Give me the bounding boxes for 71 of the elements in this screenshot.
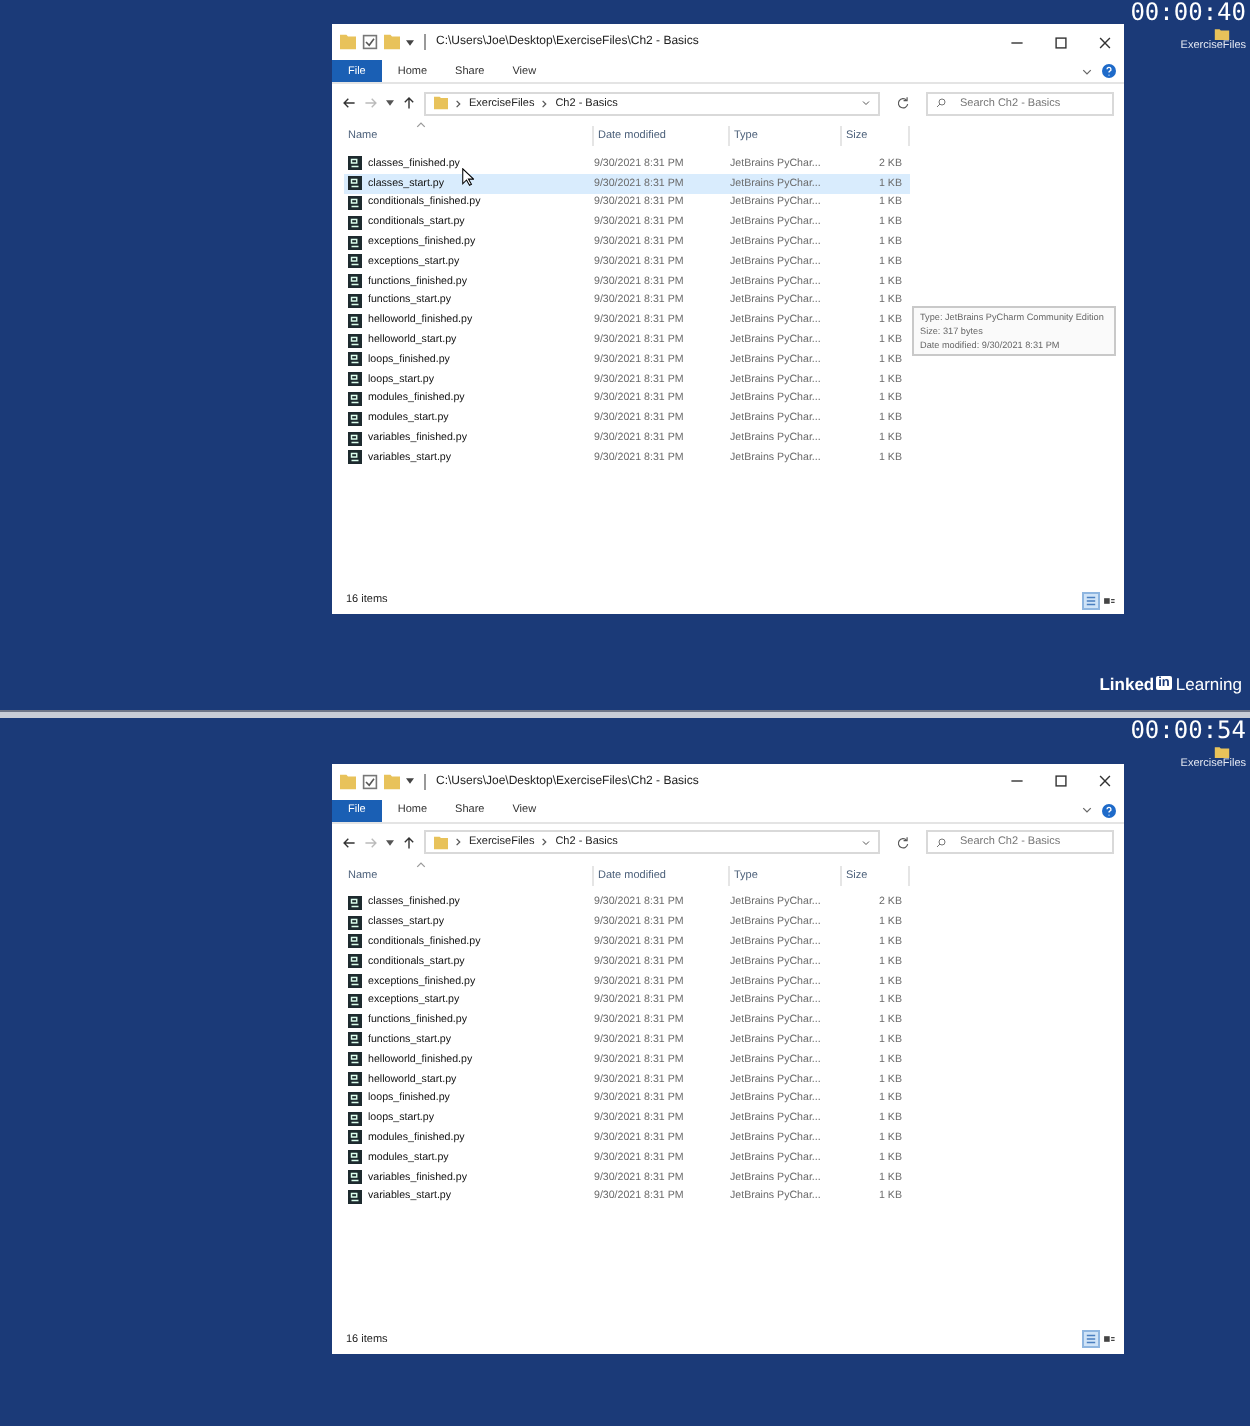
python-file-icon	[348, 274, 362, 289]
large-icons-view-icon[interactable]	[1102, 593, 1116, 607]
search-icon	[936, 98, 946, 108]
python-file-icon	[348, 915, 362, 930]
chevron-right-icon	[456, 838, 461, 846]
sort-caret-icon	[416, 861, 426, 867]
python-file-icon	[348, 195, 362, 210]
up-arrow-icon[interactable]	[402, 96, 416, 110]
chevron-right-icon	[542, 99, 548, 107]
folder-icon[interactable]	[1214, 745, 1230, 757]
chevron-right-icon	[456, 99, 461, 107]
python-file-icon	[348, 293, 362, 308]
up-arrow-icon[interactable]	[402, 835, 416, 849]
timestamp: 00:00:40	[1130, 0, 1246, 26]
python-file-icon	[348, 1091, 362, 1106]
python-file-icon	[348, 1032, 362, 1047]
help-icon[interactable]	[1102, 64, 1116, 78]
python-file-icon	[348, 1111, 362, 1126]
timestamp: 00:00:54	[1130, 717, 1246, 743]
sort-caret-icon	[416, 122, 426, 128]
python-file-icon	[348, 313, 362, 328]
python-file-icon	[348, 974, 362, 989]
python-file-icon	[348, 431, 362, 446]
folder-icon[interactable]	[1214, 28, 1230, 40]
checklist-icon[interactable]	[362, 34, 378, 50]
python-file-icon	[348, 934, 362, 949]
dropdown-arrow-icon[interactable]	[386, 839, 394, 845]
refresh-icon[interactable]	[896, 835, 910, 849]
chevron-right-icon	[542, 838, 548, 846]
python-file-icon	[348, 1130, 362, 1145]
help-icon[interactable]	[1102, 803, 1116, 817]
python-file-icon	[348, 176, 362, 191]
folder-icon	[434, 96, 448, 110]
python-file-icon	[348, 954, 362, 969]
python-file-icon	[348, 450, 362, 465]
dropdown-arrow-icon[interactable]	[386, 100, 394, 106]
python-file-icon	[348, 254, 362, 269]
python-file-icon	[348, 235, 362, 250]
dropdown-arrow-icon[interactable]	[406, 39, 414, 45]
python-file-icon	[348, 993, 362, 1008]
large-icons-view-icon[interactable]	[1102, 1332, 1116, 1346]
python-file-icon	[348, 333, 362, 348]
python-file-icon	[348, 1072, 362, 1087]
search-icon	[936, 837, 946, 847]
brand-wordmark: Linked	[1099, 673, 1155, 693]
folder-icon	[434, 835, 448, 849]
python-file-icon	[348, 352, 362, 367]
python-file-icon	[348, 372, 362, 387]
close-icon[interactable]	[1098, 35, 1112, 49]
python-file-icon	[348, 156, 362, 171]
python-file-icon	[348, 1189, 362, 1204]
checklist-icon[interactable]	[362, 773, 378, 789]
minimize-icon[interactable]	[1010, 774, 1024, 788]
python-file-icon	[348, 1052, 362, 1067]
python-file-icon	[348, 1170, 362, 1185]
python-file-icon	[348, 411, 362, 426]
python-file-icon	[348, 215, 362, 230]
python-file-icon	[348, 1150, 362, 1165]
refresh-icon[interactable]	[896, 96, 910, 110]
python-file-icon	[348, 1013, 362, 1028]
back-arrow-icon[interactable]	[342, 96, 356, 110]
python-file-icon	[348, 391, 362, 406]
chevron-down-icon[interactable]	[1082, 806, 1092, 814]
maximize-icon[interactable]	[1054, 774, 1068, 788]
dropdown-arrow-icon[interactable]	[406, 778, 414, 784]
python-file-icon	[348, 895, 362, 910]
brand-product: Learning	[1175, 673, 1242, 693]
back-arrow-icon[interactable]	[342, 835, 356, 849]
maximize-icon[interactable]	[1054, 35, 1068, 49]
chevron-down-icon[interactable]	[1082, 67, 1092, 75]
close-icon[interactable]	[1098, 774, 1112, 788]
